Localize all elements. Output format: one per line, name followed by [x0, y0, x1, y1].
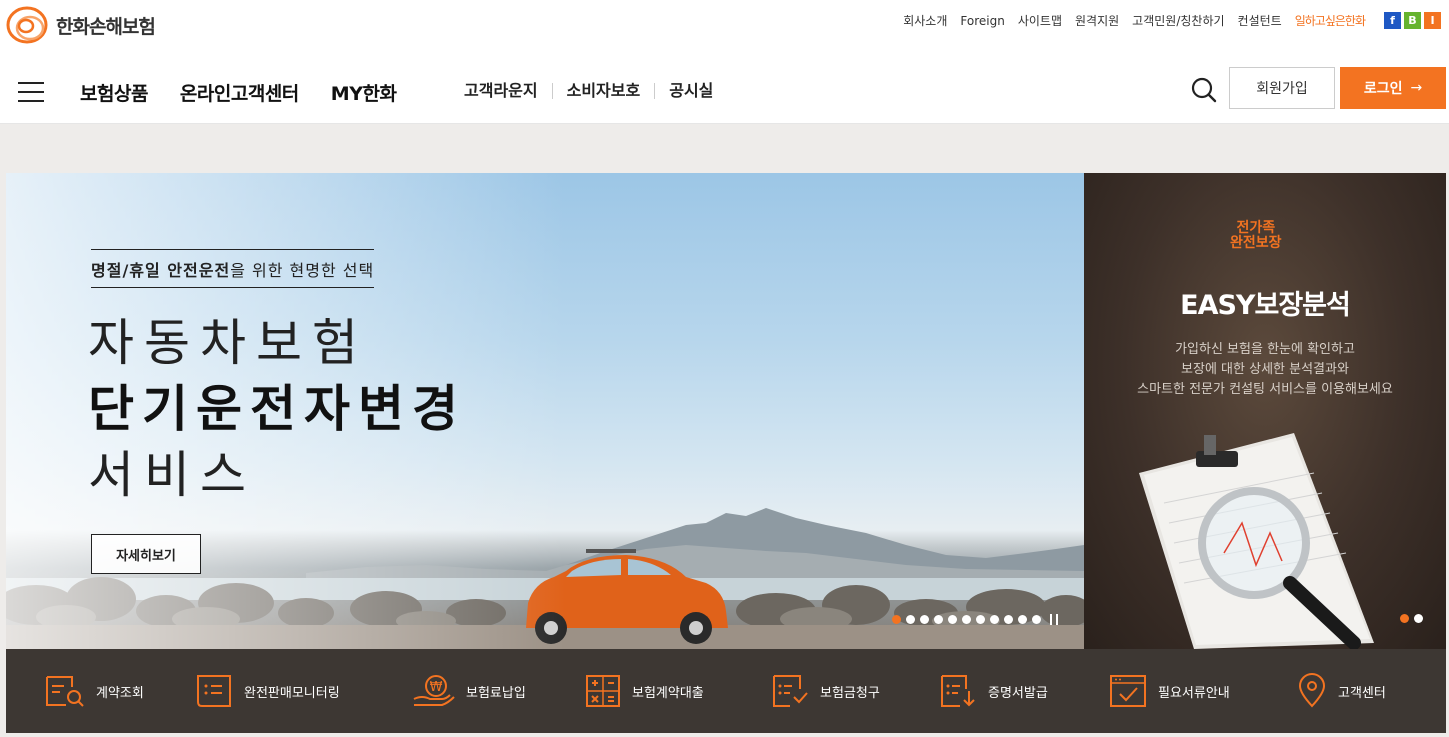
facebook-icon[interactable]: f	[1384, 12, 1401, 29]
util-link-special[interactable]: 일하고싶은한화	[1295, 12, 1366, 29]
desc-line2: 보장에 대한 상세한 분석결과와	[1181, 362, 1349, 377]
blog-icon[interactable]: B	[1404, 12, 1421, 29]
hero-section: 명절/휴일 안전운전을 위한 현명한 선택 자동차보험 단기운전자변경 서비스 …	[0, 124, 1449, 737]
quick-item-label: 완전판매모니터링	[244, 685, 340, 701]
login-button[interactable]: 로그인 →	[1340, 67, 1446, 109]
util-link-remote-support[interactable]: 원격지원	[1075, 12, 1119, 29]
util-link-consultant[interactable]: 컨설턴트	[1238, 12, 1282, 29]
desc-line1: 가입하신 보험을 한눈에 확인하고	[1175, 342, 1355, 357]
nav-item-online-center[interactable]: 온라인고객센터	[180, 79, 299, 106]
slide-dot[interactable]	[892, 615, 901, 624]
slide-dot[interactable]	[976, 615, 985, 624]
document-check-icon	[1110, 675, 1146, 707]
pause-icon[interactable]	[1050, 614, 1058, 625]
quick-item-required-documents[interactable]: 필요서류안내	[1108, 649, 1230, 733]
claim-check-icon	[773, 675, 808, 707]
secondary-menu: 고객라운지 소비자보호 공시실	[464, 83, 727, 99]
quick-item-label: 보험료납입	[466, 685, 526, 701]
quick-item-monitoring[interactable]: 완전판매모니터링	[194, 649, 340, 733]
location-pin-icon	[1298, 673, 1326, 708]
badge-line2: 완전보장	[1230, 235, 1282, 251]
slide-dot[interactable]	[1004, 615, 1013, 624]
quick-item-label: 보험계약대출	[632, 685, 704, 701]
util-link-company[interactable]: 회사소개	[903, 12, 947, 29]
quick-item-customer-center[interactable]: 고객센터	[1296, 649, 1386, 733]
side-banner[interactable]: 전가족 완전보장 EASY보장분석 가입하신 보험을 한눈에 확인하고 보장에 …	[1084, 173, 1446, 649]
slide-dot[interactable]	[948, 615, 957, 624]
nav-item-customer-lounge[interactable]: 고객라운지	[464, 83, 552, 99]
nav-item-products[interactable]: 보험상품	[80, 79, 148, 106]
slide-dot[interactable]	[906, 615, 915, 624]
hanwha-logo-icon	[6, 4, 52, 46]
slide-dot[interactable]	[1414, 614, 1423, 623]
quick-item-claim[interactable]: 보험금청구	[770, 649, 880, 733]
tagline-bold: 명절/휴일 안전운전	[91, 261, 231, 280]
util-link-complaint[interactable]: 고객민원/칭찬하기	[1132, 12, 1224, 29]
top-utility-bar: 한화손해보험 회사소개 Foreign 사이트맵 원격지원 고객민원/칭찬하기 …	[0, 0, 1449, 44]
side-banner-badge: 전가족 완전보장	[1230, 221, 1282, 251]
post-icon[interactable]: I	[1424, 12, 1441, 29]
utility-links: 회사소개 Foreign 사이트맵 원격지원 고객민원/칭찬하기 컨설턴트 일하…	[890, 12, 1441, 29]
quick-item-certificate[interactable]: 증명서발급	[938, 649, 1048, 733]
slide-dot[interactable]	[920, 615, 929, 624]
quick-item-label: 고객센터	[1338, 685, 1386, 701]
util-link-foreign[interactable]: Foreign	[960, 14, 1004, 28]
badge-line1: 전가족	[1236, 220, 1276, 236]
side-banner-title: EASY보장분석	[1180, 290, 1351, 321]
quick-menu-bar: 계약조회 완전판매모니터링 ₩ 보험료납입 보험계약대출 보험금청구 증명서발급…	[6, 649, 1446, 733]
slide-dot[interactable]	[934, 615, 943, 624]
contract-search-icon	[46, 676, 84, 707]
certificate-download-icon	[941, 675, 975, 707]
hero-title-line3: 서비스	[88, 446, 256, 504]
quick-item-label: 보험금청구	[820, 685, 880, 701]
slide-dot[interactable]	[962, 615, 971, 624]
side-banner-pagination	[1400, 614, 1428, 623]
brand-name: 한화손해보험	[56, 15, 156, 38]
hero-tagline: 명절/휴일 안전운전을 위한 현명한 선택	[91, 249, 375, 288]
primary-menu: 보험상품 온라인고객센터 MY한화	[80, 79, 428, 106]
slide-dot[interactable]	[1032, 615, 1041, 624]
slide-pagination	[892, 614, 1058, 625]
login-label: 로그인	[1363, 81, 1403, 97]
quick-item-label: 계약조회	[96, 685, 144, 701]
util-link-sitemap[interactable]: 사이트맵	[1018, 12, 1062, 29]
detail-button[interactable]: 자세히보기	[91, 534, 201, 574]
hamburger-menu-icon[interactable]	[18, 82, 44, 102]
quick-item-contract-search[interactable]: 계약조회	[44, 649, 144, 733]
monitoring-list-icon	[197, 675, 231, 707]
join-button[interactable]: 회원가입	[1229, 67, 1335, 109]
side-banner-description: 가입하신 보험을 한눈에 확인하고 보장에 대한 상세한 분석결과와 스마트한 …	[1084, 340, 1446, 400]
arrow-right-icon: →	[1410, 80, 1423, 96]
quick-item-policy-loan[interactable]: 보험계약대출	[584, 649, 704, 733]
hero-title-line1: 자동차보험	[88, 314, 368, 372]
tagline-rest: 을 위한 현명한 선택	[230, 261, 375, 280]
calculator-icon	[586, 675, 620, 707]
nav-item-consumer-protection[interactable]: 소비자보호	[551, 83, 655, 99]
main-navigation: 보험상품 온라인고객센터 MY한화 고객라운지 소비자보호 공시실 회원가입 로…	[0, 48, 1449, 124]
desc-line3: 스마트한 전문가 컨설팅 서비스를 이용해보세요	[1137, 382, 1393, 397]
main-banner-slide[interactable]: 명절/휴일 안전운전을 위한 현명한 선택 자동차보험 단기운전자변경 서비스 …	[6, 173, 1084, 649]
sns-links: f B I	[1381, 12, 1441, 29]
svg-text:₩: ₩	[430, 680, 443, 695]
brand-logo[interactable]: 한화손해보험	[6, 4, 156, 46]
quick-item-label: 필요서류안내	[1158, 685, 1230, 701]
won-payment-icon: ₩	[413, 675, 455, 706]
nav-item-disclosure[interactable]: 공시실	[654, 83, 727, 99]
quick-item-label: 증명서발급	[988, 685, 1048, 701]
hero-title-line2: 단기운전자변경	[88, 380, 466, 438]
slide-dot[interactable]	[990, 615, 999, 624]
slide-dot[interactable]	[1018, 615, 1027, 624]
nav-item-my-hanwha[interactable]: MY한화	[331, 79, 397, 106]
search-icon[interactable]	[1190, 76, 1218, 104]
slide-dot[interactable]	[1400, 614, 1409, 623]
quick-item-premium-payment[interactable]: ₩ 보험료납입	[412, 649, 526, 733]
